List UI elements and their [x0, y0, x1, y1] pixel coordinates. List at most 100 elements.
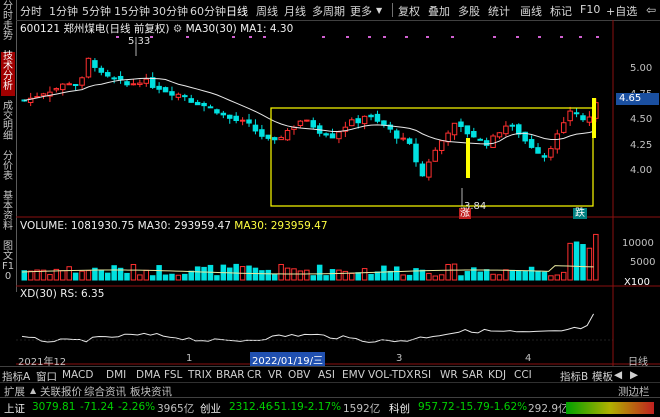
volume-bar [503, 269, 509, 281]
volume-bar [259, 270, 265, 281]
add-watchlist-button[interactable]: +自选 [606, 3, 637, 19]
settings-icon[interactable]: ⚙ [173, 23, 182, 35]
candle-body [271, 137, 278, 141]
indicator-tab[interactable]: TRIX [188, 369, 212, 381]
volume-bar [79, 270, 85, 281]
fall-marker[interactable]: 跌 [573, 208, 587, 219]
period-weekly[interactable]: 周线 [256, 3, 278, 19]
tab-technical-analysis[interactable]: 技术分析 [1, 52, 15, 96]
period-60min[interactable]: 60分钟 [190, 3, 226, 19]
scroll-left-icon[interactable]: ◀ [614, 369, 622, 381]
signal-dot [451, 36, 454, 38]
indicator-tab[interactable]: CCI [514, 369, 532, 381]
candle-body [464, 125, 471, 135]
tab-price-table[interactable]: 分价表 [1, 152, 15, 186]
candle-body [548, 148, 554, 158]
index-price: 957.72 [418, 401, 455, 413]
kline-chart[interactable] [16, 20, 660, 366]
signal-dot [263, 36, 266, 38]
indicator-tab[interactable]: DMA [136, 369, 160, 381]
period-timeshare[interactable]: 分时 [20, 3, 42, 19]
candle-body [560, 122, 567, 133]
volume-bar [522, 270, 528, 281]
period-more[interactable]: 更多 [350, 3, 372, 19]
period-5min[interactable]: 5分钟 [82, 3, 111, 19]
indicator-tab[interactable]: DMI [106, 369, 126, 381]
candle-body [477, 138, 483, 141]
candle-body [393, 130, 400, 139]
indicator-tab[interactable]: KDJ [488, 369, 506, 381]
tab-timeshare[interactable]: 分时走势 [1, 2, 15, 46]
tab-basic-info[interactable]: 基本资料 [1, 192, 15, 236]
period-30min[interactable]: 30分钟 [152, 3, 188, 19]
period-daily[interactable]: 日线 [226, 3, 248, 19]
candle-body [284, 130, 291, 141]
indicator-tab[interactable]: MACD [62, 369, 93, 381]
stats-button[interactable]: 统计 [488, 3, 510, 19]
high-price-label: 5.33 [128, 36, 151, 47]
signal-dot [150, 36, 153, 38]
volume-bar [278, 263, 284, 281]
volume-bar [310, 275, 316, 281]
period-multi[interactable]: 多周期 [312, 3, 345, 19]
tab-trade-details[interactable]: 成交明细 [1, 102, 15, 146]
candle-body [419, 163, 426, 177]
indicator-tab[interactable]: OBV [288, 369, 310, 381]
candle-body [169, 91, 175, 96]
chevron-down-icon[interactable]: ▼ [376, 6, 382, 15]
volume-bar [535, 270, 541, 281]
volume-bar [336, 269, 342, 281]
f10-button[interactable]: F10 [580, 3, 600, 16]
indicator-tab[interactable]: ASI [318, 369, 335, 381]
volume-bar [593, 233, 599, 281]
indicator-tab[interactable]: WR [440, 369, 458, 381]
indicator-tab[interactable]: VR [268, 369, 282, 381]
volume-bar [464, 271, 471, 281]
volume-ma30-b: MA30: 293959.47 [234, 220, 328, 232]
indicator-tab[interactable]: CR [247, 369, 262, 381]
volume-value: VOLUME: 1081930.75 [20, 220, 135, 232]
stock-name: 郑州煤电(日线 前复权) [63, 23, 170, 35]
index-pct: -2.17% [304, 401, 342, 413]
volume-bar [541, 271, 548, 281]
indicator-tab[interactable]: BRAR [216, 369, 245, 381]
indicator-tab[interactable]: VOL-TDX [368, 369, 413, 381]
indicator-tab[interactable]: SAR [462, 369, 483, 381]
draw-line-button[interactable]: 画线 [520, 3, 542, 19]
volume-bar [201, 266, 207, 281]
candle-body [194, 101, 201, 106]
index-amount: 1592亿 [343, 403, 381, 415]
tab-f10[interactable]: 图文F10 [1, 242, 15, 282]
period-15min[interactable]: 15分钟 [114, 3, 150, 19]
period-1min[interactable]: 1分钟 [49, 3, 78, 19]
multi-stock-button[interactable]: 多股 [458, 3, 480, 19]
volume-bar [316, 264, 323, 281]
volume-bar [528, 266, 535, 281]
volume-bar [66, 266, 72, 281]
rise-marker[interactable]: 涨 [459, 208, 471, 219]
candle-body [586, 116, 593, 123]
indicator-tab[interactable]: RSI [414, 369, 431, 381]
ma1-value: MA1: 4.30 [240, 23, 294, 35]
signal-dot [116, 36, 119, 38]
candle-body [265, 134, 272, 139]
volume-bar [548, 275, 554, 281]
indicator-tab[interactable]: EMV [342, 369, 365, 381]
indicator-tab[interactable]: FSL [164, 369, 182, 381]
signal-dot [538, 36, 541, 38]
return-arrow-icon[interactable]: ⇦ [646, 3, 656, 17]
period-monthly[interactable]: 月线 [284, 3, 306, 19]
candle-body [92, 60, 98, 68]
candle-body [239, 119, 246, 122]
index-pct: -2.26% [118, 401, 156, 413]
candle-body [336, 131, 342, 140]
volume-bar [162, 274, 169, 281]
candle-body [490, 135, 496, 148]
mark-button[interactable]: 标记 [550, 3, 572, 19]
index-price: 3079.81 [32, 401, 76, 413]
scroll-right-icon[interactable]: ▶ [630, 369, 638, 381]
volume-bar [458, 275, 464, 281]
adjust-button[interactable]: 复权 [398, 3, 420, 19]
overlay-button[interactable]: 叠加 [428, 3, 450, 19]
volume-bar [304, 269, 310, 281]
